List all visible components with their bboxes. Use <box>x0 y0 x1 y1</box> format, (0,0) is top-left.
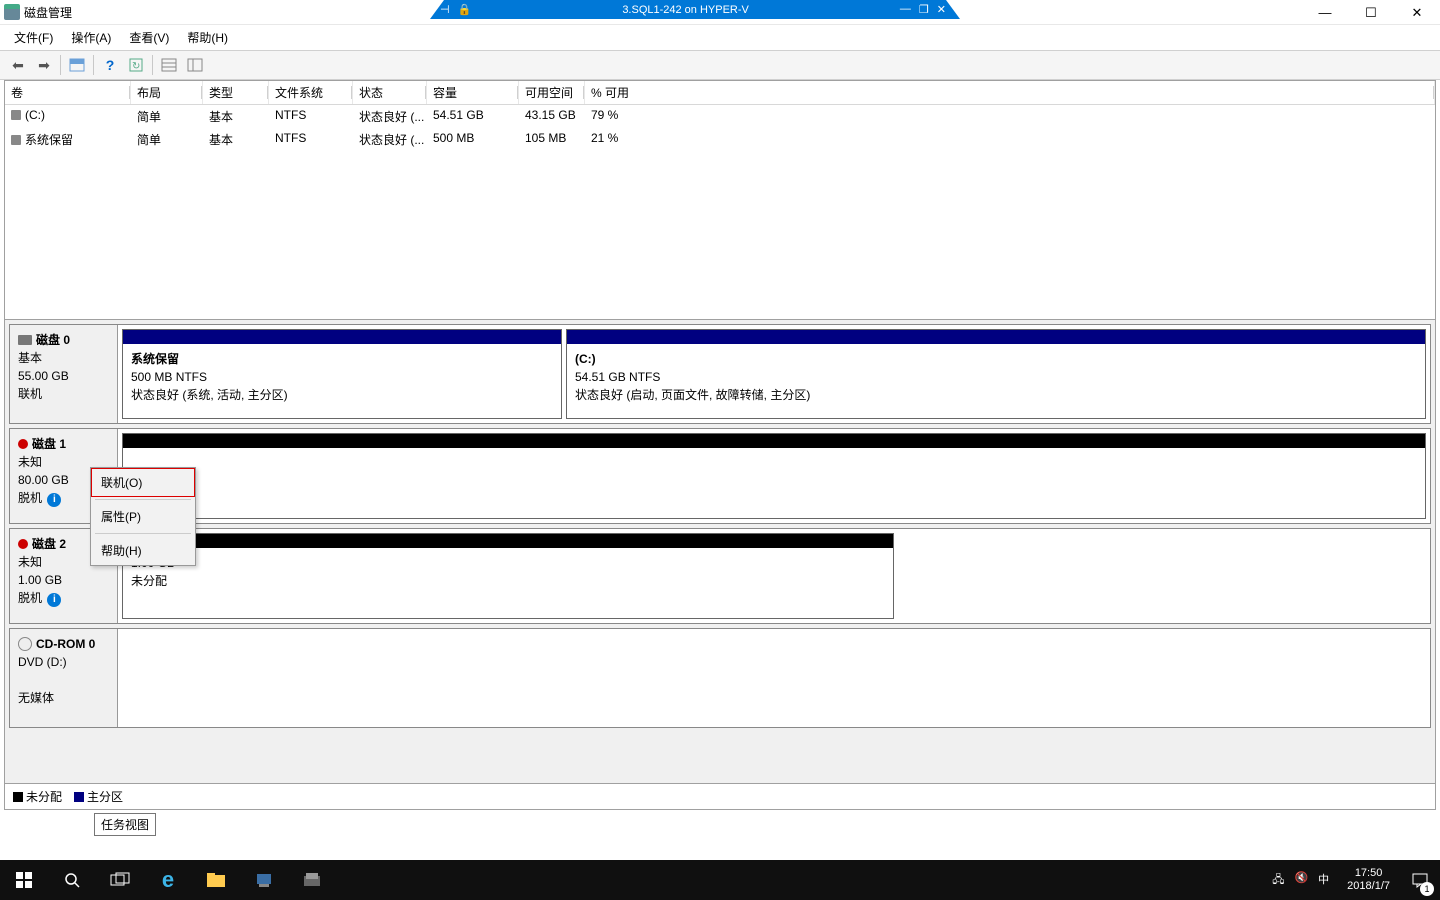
taskview-button[interactable] <box>96 860 144 900</box>
vm-restore-icon[interactable]: ❐ <box>919 3 929 16</box>
back-button[interactable]: ⬅ <box>6 54 30 76</box>
col-type[interactable]: 类型 <box>203 81 269 104</box>
menu-help[interactable]: 帮助(H) <box>179 27 236 48</box>
info-icon[interactable]: i <box>47 593 61 607</box>
server-manager-button[interactable] <box>240 860 288 900</box>
ime-indicator[interactable]: 中 <box>1318 871 1329 890</box>
context-properties[interactable]: 属性(P) <box>91 502 195 531</box>
graphic-view-button[interactable] <box>183 54 207 76</box>
partition-system-reserved[interactable]: 系统保留500 MB NTFS状态良好 (系统, 活动, 主分区) <box>122 329 562 419</box>
disk-row-cdrom[interactable]: CD-ROM 0 DVD (D:) 无媒体 <box>9 628 1431 728</box>
legend: 未分配 主分区 <box>5 783 1435 809</box>
refresh-button[interactable]: ↻ <box>124 54 148 76</box>
system-tray[interactable]: 🖧 🔇 中 <box>1264 871 1337 890</box>
vm-connection-bar[interactable]: ⊣ 🔒 3.SQL1-242 on HYPER-V — ❐ ✕ <box>430 0 960 19</box>
disk-label[interactable]: 磁盘 0 基本 55.00 GB 联机 <box>10 325 118 423</box>
col-percent[interactable]: % 可用 <box>585 81 1435 104</box>
volume-header: 卷 布局 类型 文件系统 状态 容量 可用空间 % 可用 <box>5 81 1435 105</box>
clock-date: 2018/1/7 <box>1347 880 1390 893</box>
legend-primary-swatch <box>74 792 84 802</box>
menu-bar: 文件(F) 操作(A) 查看(V) 帮助(H) <box>0 25 1440 50</box>
disk-row-0[interactable]: 磁盘 0 基本 55.00 GB 联机 系统保留500 MB NTFS状态良好 … <box>9 324 1431 424</box>
app-title: 磁盘管理 <box>24 4 72 21</box>
pin-icon[interactable]: ⊣ <box>440 3 450 16</box>
network-icon[interactable]: 🖧 <box>1272 871 1284 890</box>
volume-icon <box>11 135 21 145</box>
vm-minimize-icon[interactable]: — <box>900 3 911 16</box>
col-status[interactable]: 状态 <box>353 81 427 104</box>
legend-unalloc-swatch <box>13 792 23 802</box>
volume-icon <box>11 110 21 120</box>
partition-header <box>567 330 1425 344</box>
lock-icon: 🔒 <box>458 3 472 16</box>
partition-header <box>123 534 893 548</box>
partition-unallocated[interactable]: 1.00 GB未分配 <box>122 533 894 619</box>
disk-error-icon <box>18 439 28 449</box>
volume-row[interactable]: (C:) 简单 基本 NTFS 状态良好 (... 54.51 GB 43.15… <box>5 105 1435 128</box>
app-icon <box>4 4 20 20</box>
volume-list[interactable]: 卷 布局 类型 文件系统 状态 容量 可用空间 % 可用 (C:) 简单 基本 … <box>5 81 1435 319</box>
context-menu: 联机(O) 属性(P) 帮助(H) <box>90 467 196 566</box>
clock-time: 17:50 <box>1347 867 1390 880</box>
tooltip: 任务视图 <box>94 813 156 836</box>
view-top-button[interactable] <box>65 54 89 76</box>
menu-view[interactable]: 查看(V) <box>121 27 177 48</box>
disk-icon <box>18 335 32 345</box>
disk-row-2[interactable]: 磁盘 2 未知 1.00 GB 脱机 i 1.00 GB未分配 <box>9 528 1431 624</box>
window-titlebar: 磁盘管理 ⊣ 🔒 3.SQL1-242 on HYPER-V — ❐ ✕ — ☐… <box>0 0 1440 25</box>
vm-title: 3.SQL1-242 on HYPER-V <box>622 4 749 16</box>
minimize-button[interactable]: — <box>1302 0 1348 25</box>
svg-text:↻: ↻ <box>132 61 140 72</box>
explorer-button[interactable] <box>192 860 240 900</box>
menu-action[interactable]: 操作(A) <box>63 27 119 48</box>
disk-label[interactable]: CD-ROM 0 DVD (D:) 无媒体 <box>10 629 118 727</box>
disk-error-icon <box>18 539 28 549</box>
list-view-button[interactable] <box>157 54 181 76</box>
notification-badge: 1 <box>1420 882 1434 896</box>
menu-file[interactable]: 文件(F) <box>6 27 61 48</box>
partition-header <box>123 330 561 344</box>
taskbar: e 🖧 🔇 中 17:50 2018/1/7 1 <box>0 860 1440 900</box>
context-help[interactable]: 帮助(H) <box>91 536 195 565</box>
start-button[interactable] <box>0 860 48 900</box>
legend-unalloc-label: 未分配 <box>26 790 62 804</box>
legend-primary-label: 主分区 <box>87 790 123 804</box>
maximize-button[interactable]: ☐ <box>1348 0 1394 25</box>
search-button[interactable] <box>48 860 96 900</box>
disk-row-1[interactable]: 磁盘 1 未知 80.00 GB 脱机 i <box>9 428 1431 524</box>
col-capacity[interactable]: 容量 <box>427 81 519 104</box>
col-filesystem[interactable]: 文件系统 <box>269 81 353 104</box>
content-pane: 卷 布局 类型 文件系统 状态 容量 可用空间 % 可用 (C:) 简单 基本 … <box>4 80 1436 810</box>
partition-header <box>123 434 1425 448</box>
volume-icon[interactable]: 🔇 <box>1294 871 1308 890</box>
col-free[interactable]: 可用空间 <box>519 81 585 104</box>
help-button[interactable]: ? <box>98 54 122 76</box>
close-button[interactable]: ✕ <box>1394 0 1440 25</box>
forward-button[interactable]: ➡ <box>32 54 56 76</box>
volume-name: 系统保留 <box>25 133 73 147</box>
toolbar: ⬅ ➡ ? ↻ <box>0 50 1440 80</box>
info-icon[interactable]: i <box>47 493 61 507</box>
action-center-button[interactable]: 1 <box>1400 860 1440 900</box>
clock[interactable]: 17:50 2018/1/7 <box>1337 867 1400 893</box>
vm-close-icon[interactable]: ✕ <box>937 3 946 16</box>
hyperv-button[interactable] <box>288 860 336 900</box>
context-online[interactable]: 联机(O) <box>91 468 195 497</box>
cdrom-icon <box>18 637 32 651</box>
partition-c[interactable]: (C:)54.51 GB NTFS状态良好 (启动, 页面文件, 故障转储, 主… <box>566 329 1426 419</box>
col-layout[interactable]: 布局 <box>131 81 203 104</box>
ie-button[interactable]: e <box>144 860 192 900</box>
col-volume[interactable]: 卷 <box>5 81 131 104</box>
volume-row[interactable]: 系统保留 简单 基本 NTFS 状态良好 (... 500 MB 105 MB … <box>5 128 1435 151</box>
disk-graphical-view: 磁盘 0 基本 55.00 GB 联机 系统保留500 MB NTFS状态良好 … <box>5 319 1435 783</box>
partition-unallocated[interactable] <box>122 433 1426 519</box>
volume-name: (C:) <box>25 108 45 122</box>
